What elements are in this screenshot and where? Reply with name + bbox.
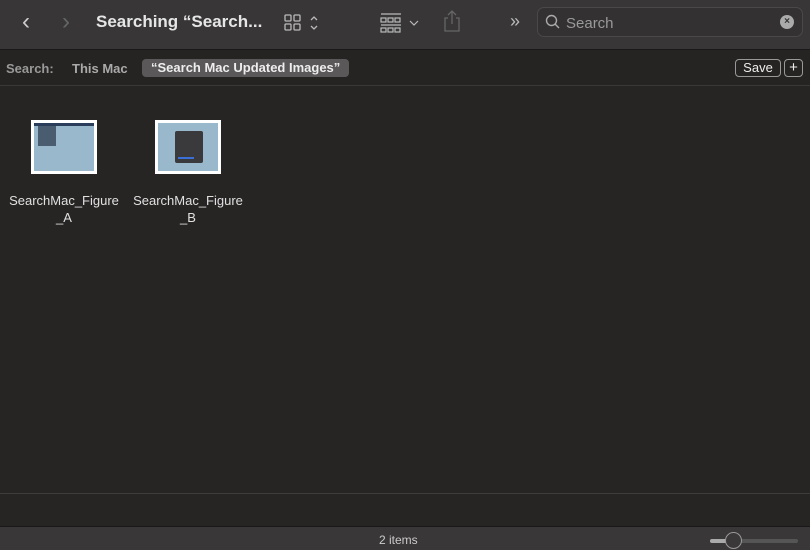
divider <box>0 493 810 494</box>
search-scope-bar: Search: This Mac “Search Mac Updated Ima… <box>0 51 810 86</box>
search-label: Search: <box>6 61 54 76</box>
file-item[interactable]: SearchMac_Figure_A <box>4 120 124 226</box>
slider-knob[interactable] <box>724 532 742 549</box>
window-title: Searching “Search... <box>96 12 263 31</box>
more-toolbar-icon[interactable]: » <box>510 11 520 32</box>
clear-search-icon[interactable]: × <box>780 15 794 29</box>
icon-size-slider[interactable] <box>710 532 798 549</box>
search-icon <box>545 14 560 29</box>
search-field[interactable]: Search × <box>537 7 803 37</box>
save-button[interactable]: Save <box>735 59 781 77</box>
back-button[interactable]: ‹ <box>22 8 30 36</box>
file-item[interactable]: SearchMac_Figure_B <box>128 120 248 226</box>
share-icon[interactable] <box>443 9 461 38</box>
file-name: SearchMac_Figure_A <box>9 193 119 225</box>
file-thumbnail <box>31 120 97 174</box>
status-bar: 2 items <box>0 526 810 550</box>
item-count: 2 items <box>379 533 418 547</box>
add-criteria-button[interactable]: + <box>784 59 803 77</box>
scope-selected[interactable]: “Search Mac Updated Images” <box>142 59 350 77</box>
view-mode-grid-icon[interactable] <box>284 13 320 38</box>
scope-this-mac[interactable]: This Mac <box>72 61 128 76</box>
toolbar: ‹ › Searching “Search... » Search × <box>0 0 810 50</box>
forward-button[interactable]: › <box>62 8 70 36</box>
search-input[interactable]: Search <box>566 15 614 32</box>
file-thumbnail <box>155 120 221 174</box>
file-name: SearchMac_Figure_B <box>133 193 243 225</box>
group-by-icon[interactable] <box>380 12 422 39</box>
